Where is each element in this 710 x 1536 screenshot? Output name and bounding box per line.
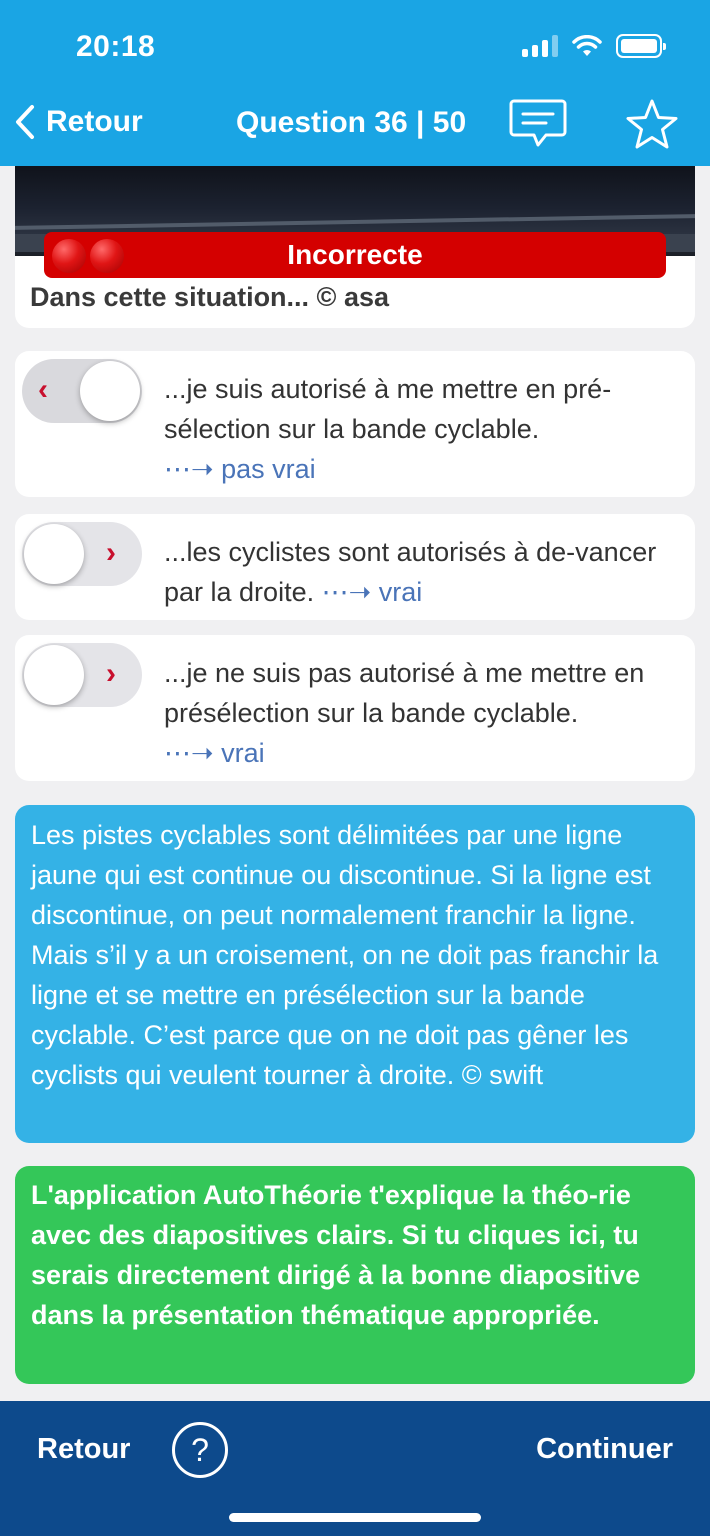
answer-item: ‹ ...je suis autorisé à me mettre en pré… [15, 351, 695, 497]
answer-text: ...je suis autorisé à me mettre en pré-s… [164, 374, 612, 444]
answer-text-block: ...je ne suis pas autorisé à me mettre e… [164, 653, 689, 773]
favorite-button[interactable] [624, 98, 680, 157]
toggle-knob [24, 524, 84, 584]
answer-text-block: ...je suis autorisé à me mettre en pré-s… [164, 369, 689, 489]
status-icons [522, 34, 666, 58]
bottom-back-button[interactable]: Retour [37, 1433, 130, 1466]
answer-toggle[interactable]: ‹ [22, 359, 142, 423]
help-icon: ? [191, 1431, 209, 1468]
chevron-right-icon: › [106, 536, 116, 569]
answer-verdict: ⋯➝ vrai [321, 577, 423, 607]
cellular-signal-icon [522, 35, 558, 57]
result-banner: Incorrecte [44, 232, 666, 278]
question-text: Dans cette situation... © asa [30, 282, 390, 312]
answer-toggle[interactable]: › [22, 643, 142, 707]
answer-item: › ...je ne suis pas autorisé à me mettre… [15, 635, 695, 781]
bottom-bar: Retour ? Continuer [0, 1401, 710, 1536]
chevron-left-icon [16, 105, 34, 139]
status-lights-icon [52, 239, 124, 273]
answer-verdict: ⋯➝ vrai [164, 738, 265, 768]
result-label: Incorrecte [287, 239, 423, 270]
answer-verdict: ⋯➝ pas vrai [164, 454, 316, 484]
page-title: Question 36 | 50 [236, 106, 467, 139]
top-bar: 20:18 Retour Question 36 | 50 [0, 0, 710, 166]
home-indicator [229, 1513, 481, 1522]
answer-text: ...je ne suis pas autorisé à me mettre e… [164, 658, 645, 728]
chat-icon [509, 99, 567, 147]
star-icon [626, 99, 678, 149]
explanation-box: Les pistes cyclables sont délimitées par… [15, 805, 695, 1143]
status-time: 20:18 [76, 30, 156, 63]
answer-toggle[interactable]: › [22, 522, 142, 586]
help-button[interactable]: ? [172, 1422, 228, 1478]
autotheorie-promo-link[interactable]: L'application AutoThéorie t'explique la … [15, 1166, 695, 1384]
wifi-icon [572, 35, 602, 56]
continue-button[interactable]: Continuer [536, 1433, 673, 1466]
battery-icon [616, 34, 666, 58]
chevron-right-icon: › [106, 657, 116, 690]
back-label: Retour [46, 105, 143, 138]
chat-button[interactable] [508, 98, 568, 157]
question-card: Incorrecte Dans cette situation... © asa [15, 150, 695, 328]
toggle-knob [80, 361, 140, 421]
chevron-left-icon: ‹ [38, 373, 48, 406]
answer-text-block: ...les cyclistes sont autorisés à de-van… [164, 532, 689, 612]
back-button[interactable]: Retour [14, 104, 143, 140]
toggle-knob [24, 645, 84, 705]
answer-item: › ...les cyclistes sont autorisés à de-v… [15, 514, 695, 620]
